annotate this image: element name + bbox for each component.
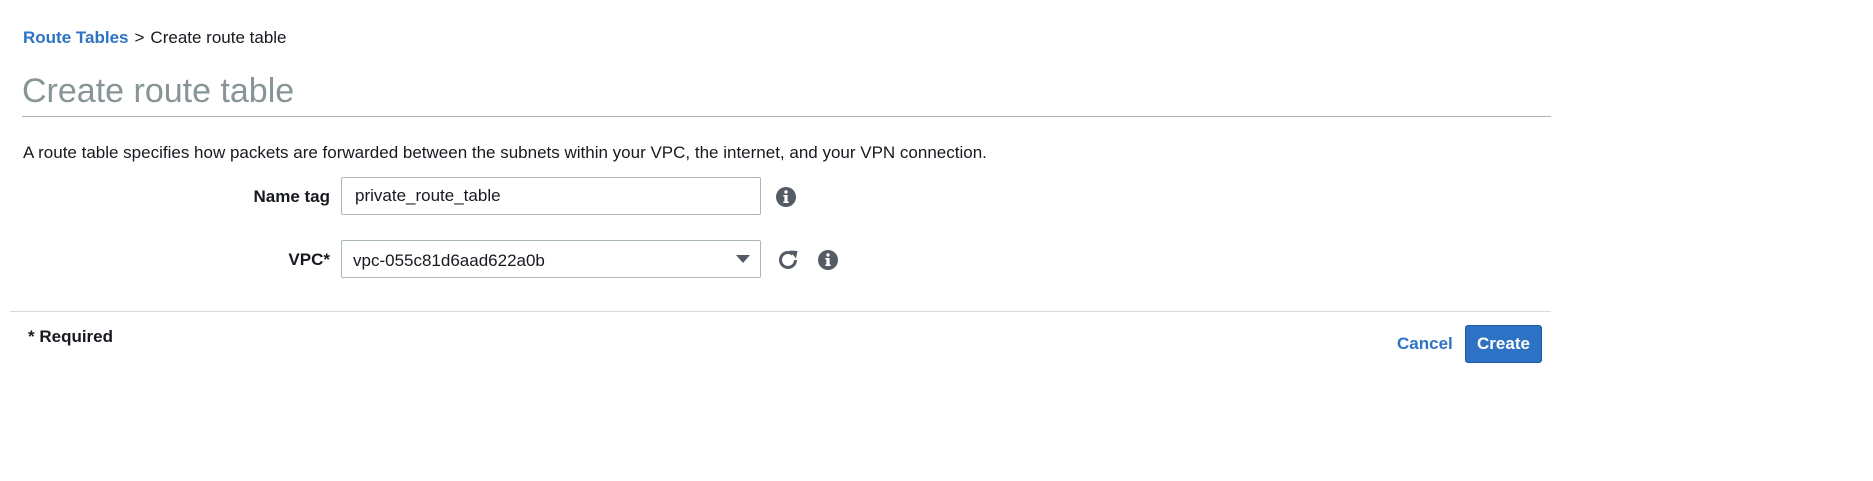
vpc-row: VPC* vpc-055c81d6aad622a0b [0, 240, 900, 280]
info-icon[interactable] [817, 249, 839, 276]
name-tag-row: Name tag [0, 177, 900, 217]
refresh-icon[interactable] [776, 248, 800, 277]
name-tag-input[interactable] [341, 177, 761, 215]
caret-down-icon [736, 255, 750, 263]
vpc-select-value: vpc-055c81d6aad622a0b [353, 251, 545, 270]
breadcrumb-route-tables-link[interactable]: Route Tables [23, 28, 128, 47]
cancel-button[interactable]: Cancel [1397, 334, 1453, 354]
create-button[interactable]: Create [1465, 325, 1542, 363]
breadcrumb-separator: > [134, 28, 145, 47]
breadcrumb: Route Tables > Create route table [23, 28, 287, 48]
page-description: A route table specifies how packets are … [23, 143, 987, 162]
vpc-select[interactable]: vpc-055c81d6aad622a0b [341, 240, 761, 278]
name-tag-label: Name tag [253, 187, 330, 206]
title-divider [22, 116, 1551, 117]
footer-divider [10, 311, 1551, 312]
breadcrumb-current: Create route table [150, 28, 287, 47]
required-note: * Required [28, 327, 114, 346]
info-icon[interactable] [775, 186, 797, 213]
vpc-label: VPC* [288, 250, 330, 269]
page-title: Create route table [22, 72, 295, 110]
